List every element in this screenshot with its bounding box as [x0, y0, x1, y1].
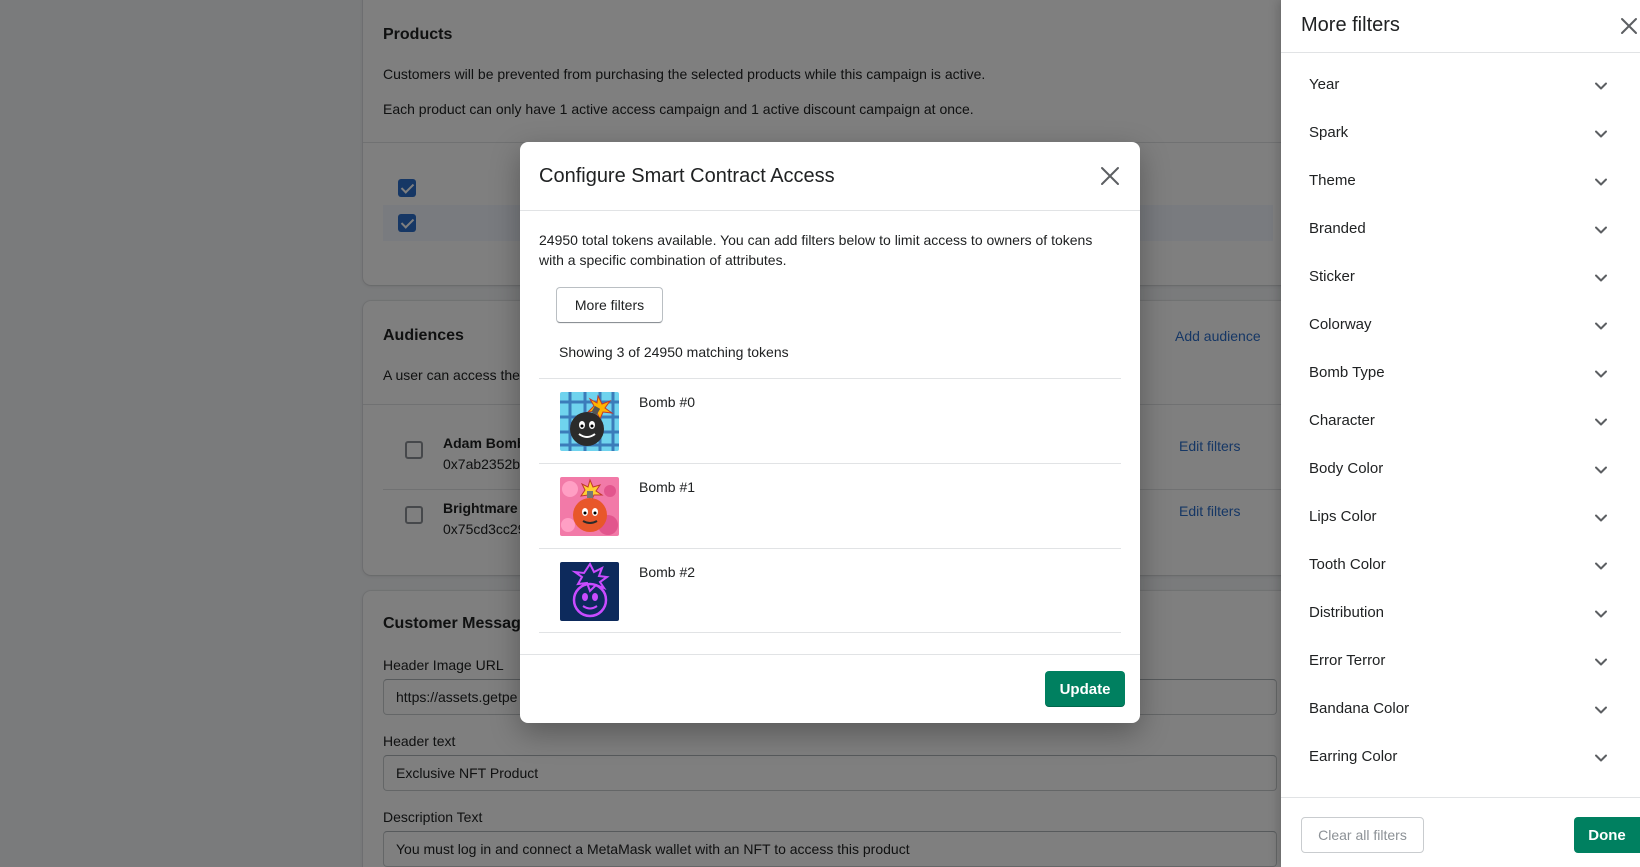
chevron-down-icon [1595, 562, 1607, 570]
chevron-down-icon [1595, 658, 1607, 666]
filter-item-tooth-color[interactable]: Tooth Color [1281, 541, 1640, 589]
modal-title: Configure Smart Contract Access [539, 165, 835, 187]
filter-label: Year [1309, 76, 1340, 93]
chevron-down-icon [1595, 226, 1607, 234]
filter-label: Tooth Color [1309, 556, 1386, 573]
bomb-token-image [560, 392, 619, 451]
filter-item-body-color[interactable]: Body Color [1281, 445, 1640, 493]
filter-label: Branded [1309, 220, 1366, 237]
filter-label: Theme [1309, 172, 1356, 189]
more-filters-panel: More filters Year Spark Theme Branded St… [1281, 0, 1640, 867]
filter-label: Error Terror [1309, 652, 1386, 669]
filter-item-theme[interactable]: Theme [1281, 157, 1640, 205]
panel-footer: Clear all filters Done [1281, 797, 1640, 867]
chevron-down-icon [1595, 370, 1607, 378]
update-button[interactable]: Update [1045, 671, 1125, 707]
filter-list: Year Spark Theme Branded Sticker Colorwa… [1281, 61, 1640, 781]
token-row: Bomb #0 [539, 378, 1121, 463]
chevron-down-icon [1595, 706, 1607, 714]
filter-item-colorway[interactable]: Colorway [1281, 301, 1640, 349]
chevron-down-icon [1595, 130, 1607, 138]
configure-access-modal: Configure Smart Contract Access 24950 to… [520, 142, 1140, 723]
filter-label: Spark [1309, 124, 1349, 141]
bomb-token-image [560, 477, 619, 536]
chevron-down-icon [1595, 418, 1607, 426]
close-icon[interactable] [1619, 16, 1639, 36]
filter-item-bomb-type[interactable]: Bomb Type [1281, 349, 1640, 397]
filter-label: Colorway [1309, 316, 1372, 333]
filter-item-lips-color[interactable]: Lips Color [1281, 493, 1640, 541]
token-name: Bomb #1 [639, 479, 696, 495]
filter-item-year[interactable]: Year [1281, 61, 1640, 109]
chevron-down-icon [1595, 610, 1607, 618]
filter-item-earring-color[interactable]: Earring Color [1281, 733, 1640, 781]
token-row: Bomb #1 [539, 463, 1121, 548]
bomb-token-image [560, 562, 619, 621]
panel-title: More filters [1301, 14, 1400, 36]
close-icon[interactable] [1098, 164, 1122, 188]
filter-label: Body Color [1309, 460, 1384, 477]
filter-item-error-terror[interactable]: Error Terror [1281, 637, 1640, 685]
filter-item-spark[interactable]: Spark [1281, 109, 1640, 157]
filter-item-character[interactable]: Character [1281, 397, 1640, 445]
more-filters-button[interactable]: More filters [556, 287, 663, 323]
modal-footer: Update [520, 654, 1140, 723]
chevron-down-icon [1595, 178, 1607, 186]
token-list: Bomb #0 Bomb #1 Bomb #2 [539, 378, 1121, 633]
filter-item-bandana-color[interactable]: Bandana Color [1281, 685, 1640, 733]
chevron-down-icon [1595, 274, 1607, 282]
token-name: Bomb #0 [639, 394, 696, 410]
chevron-down-icon [1595, 322, 1607, 330]
token-name: Bomb #2 [639, 564, 696, 580]
chevron-down-icon [1595, 754, 1607, 762]
panel-header: More filters [1281, 0, 1640, 53]
chevron-down-icon [1595, 514, 1607, 522]
chevron-down-icon [1595, 82, 1607, 90]
filter-label: Bomb Type [1309, 364, 1385, 381]
filter-label: Sticker [1309, 268, 1355, 285]
filter-label: Distribution [1309, 604, 1385, 621]
filter-label: Character [1309, 412, 1375, 429]
done-button[interactable]: Done [1574, 817, 1640, 853]
filter-item-branded[interactable]: Branded [1281, 205, 1640, 253]
filter-item-sticker[interactable]: Sticker [1281, 253, 1640, 301]
filter-label: Earring Color [1309, 748, 1398, 765]
modal-header: Configure Smart Contract Access [520, 142, 1140, 211]
chevron-down-icon [1595, 466, 1607, 474]
filter-label: Lips Color [1309, 508, 1377, 525]
clear-all-filters-button[interactable]: Clear all filters [1301, 817, 1424, 853]
matching-tokens-count: Showing 3 of 24950 matching tokens [559, 344, 789, 360]
modal-description: 24950 total tokens available. You can ad… [539, 232, 1093, 268]
filter-label: Bandana Color [1309, 700, 1410, 717]
token-row: Bomb #2 [539, 548, 1121, 633]
filter-item-distribution[interactable]: Distribution [1281, 589, 1640, 637]
